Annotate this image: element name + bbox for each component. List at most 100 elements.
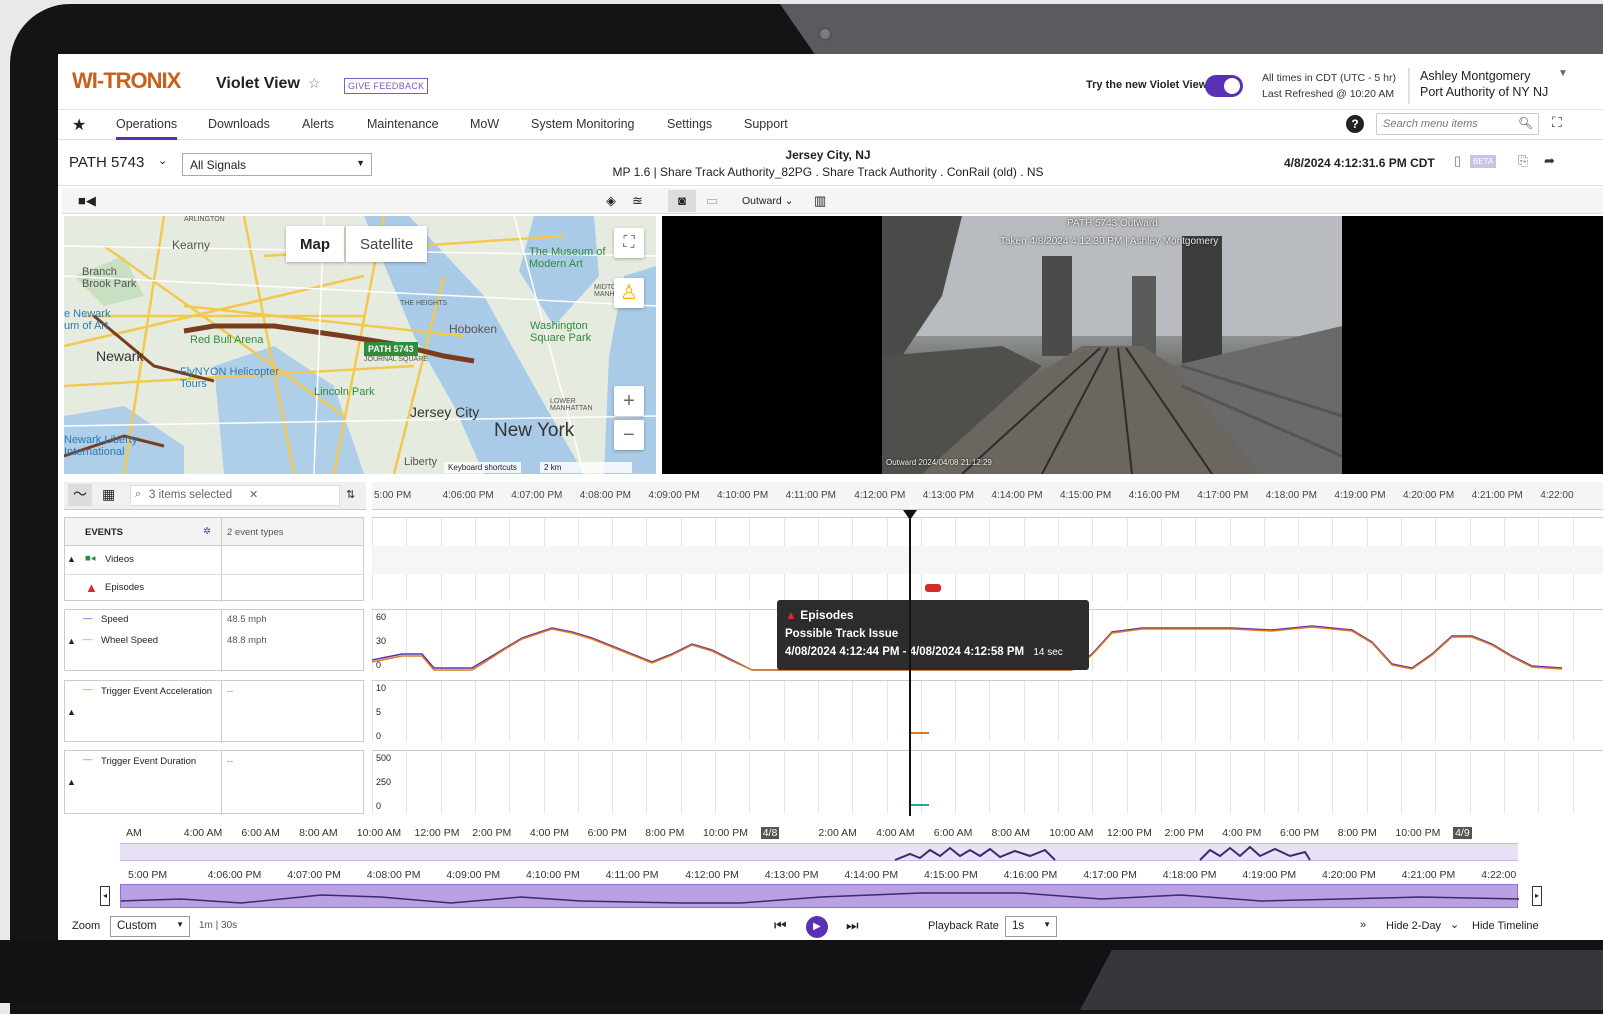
tooltip-range: 4/08/2024 4:12:44 PM - 4/08/2024 4:12:58…	[785, 646, 1025, 658]
signals-dropdown[interactable]: All Signals ▼	[182, 153, 372, 176]
range-overview[interactable]	[120, 884, 1519, 908]
zoom-in-button[interactable]: +	[614, 386, 644, 416]
map-label-museum-art: e Newark um of Art	[64, 308, 111, 332]
satellite-tab[interactable]: Satellite	[346, 226, 428, 262]
collapse-triangle-icon[interactable]: ▲	[67, 777, 76, 787]
layers-icon[interactable]: ◈	[606, 193, 616, 209]
playback-rate-dropdown[interactable]: 1s ▼	[1005, 916, 1057, 937]
grid-line	[646, 681, 648, 742]
row-divider	[65, 574, 363, 575]
play-button[interactable]: ▶	[806, 916, 828, 938]
user-org: Port Authority of NY NJ	[1420, 85, 1549, 99]
hide-2day-button[interactable]: Hide 2-Day	[1386, 920, 1441, 932]
zoomed-tick-label: 4:13:00 PM	[764, 869, 819, 881]
axis-tick-label: 4:14:00 PM	[991, 490, 1043, 501]
episode-marker[interactable]	[925, 584, 941, 592]
copy-icon[interactable]: ⎘	[1518, 153, 1528, 169]
collapse-triangle-icon[interactable]: ▲	[67, 707, 76, 717]
vehicle-selector[interactable]: PATH 5743	[69, 154, 144, 171]
zoom-out-button[interactable]: −	[614, 420, 644, 450]
pegman-icon[interactable]: ♙	[614, 278, 644, 308]
nav-system-monitoring[interactable]: System Monitoring	[531, 117, 635, 131]
skip-forward-icon[interactable]: ⏭	[846, 917, 859, 934]
map-label-kearny: Kearny	[172, 238, 211, 252]
map-panel[interactable]: Kearny ARLINGTON Branch Brook Park e New…	[64, 216, 656, 474]
videos-label: Videos	[105, 554, 134, 565]
give-feedback-button[interactable]: GIVE FEEDBACK	[344, 78, 429, 94]
item-filter[interactable]: ⌕ 3 items selected ✕	[130, 485, 340, 506]
axis-tick-label: 4:06:00 PM	[442, 490, 494, 501]
wi-tronix-logo[interactable]: WI-TRONIX	[72, 68, 181, 94]
video-camera-icon[interactable]: ■◀	[78, 193, 96, 209]
chevron-down-icon[interactable]: ⌄	[1450, 918, 1459, 931]
zoom-dropdown[interactable]: Custom ▼	[110, 916, 190, 937]
table-view-icon[interactable]: ▦	[102, 486, 115, 503]
collapse-triangle-icon[interactable]: ▲	[67, 636, 76, 646]
overview-tick-label: 4/9	[1453, 827, 1472, 839]
share-icon[interactable]: ➦	[1544, 153, 1555, 169]
clear-icon[interactable]: ✕	[249, 488, 258, 501]
nav-mow[interactable]: MoW	[470, 117, 499, 131]
fullscreen-icon[interactable]: ⛶	[1552, 114, 1562, 131]
zoomed-tick-label: 4:17:00 PM	[1083, 869, 1137, 881]
new-view-toggle[interactable]	[1205, 75, 1243, 97]
map-fullscreen-icon[interactable]: ⛶	[614, 228, 644, 258]
video-icon[interactable]: ▭	[706, 193, 718, 209]
search-icon[interactable]: 🔍︎	[1518, 116, 1533, 130]
overview-axis: AM 4:00 AM 6:00 AM 8:00 AM 10:00 AM 12:00 PM 2…	[118, 827, 1538, 841]
two-day-overview[interactable]	[120, 843, 1518, 861]
grid-line	[1538, 681, 1540, 742]
track-scene	[882, 216, 1342, 474]
collapse-triangle-icon[interactable]: ▲	[67, 554, 76, 564]
direction-dropdown[interactable]: Outward ⌄	[742, 195, 793, 207]
zoomed-tick-label: 4:10:00 PM	[526, 869, 580, 881]
user-menu[interactable]: Ashley Montgomery Port Authority of NY NJ	[1420, 68, 1548, 100]
video-panel[interactable]: PATH 5743 Outward Taken 4/8/2024 4:12:30…	[662, 216, 1603, 474]
map-label-journal: JOURNAL SQUARE	[364, 356, 428, 363]
zoomed-tick-label: 4:15:00 PM	[924, 869, 978, 881]
map-tab[interactable]: Map	[286, 226, 344, 262]
menu-search-input[interactable]: Search menu items	[1376, 113, 1539, 135]
grid-line	[749, 751, 751, 814]
nav-maintenance[interactable]: Maintenance	[367, 117, 439, 131]
camera-icon[interactable]: ◙	[668, 190, 696, 212]
video-overlay-title: PATH 5743 Outward	[1067, 218, 1158, 229]
gear-icon[interactable]: ✲	[203, 526, 211, 537]
accel-mark	[911, 732, 929, 734]
events-track[interactable]	[372, 517, 1603, 601]
playhead[interactable]	[909, 514, 911, 816]
grid-line	[680, 681, 682, 742]
device-icon[interactable]: ▯	[1454, 153, 1461, 169]
location-detail: MP 1.6 | Share Track Authority_82PG . Sh…	[612, 165, 1044, 179]
skip-back-icon[interactable]: ⏮	[774, 917, 787, 934]
hide-timeline-button[interactable]: Hide Timeline	[1472, 920, 1539, 932]
axis-tick-label: 4:09:00 PM	[648, 490, 700, 501]
user-caret-icon[interactable]: ▼	[1558, 68, 1568, 79]
collapse-icon[interactable]: ⇅	[346, 488, 355, 501]
range-right-handle[interactable]: ▸	[1532, 886, 1542, 906]
zoomed-tick-label: 4:16:00 PM	[1003, 869, 1058, 881]
grid-line	[1160, 751, 1162, 814]
overview-tick-label: 4/8	[760, 827, 780, 839]
nav-alerts[interactable]: Alerts	[302, 117, 334, 131]
grid-line	[612, 751, 614, 814]
nav-operations[interactable]: Operations	[116, 117, 178, 140]
favorites-star-icon[interactable]: ★	[72, 115, 86, 135]
vehicle-map-marker[interactable]: PATH 5743	[364, 342, 418, 356]
filter-icon[interactable]: ≊	[632, 193, 643, 209]
chart-view-icon[interactable]: 〜	[68, 484, 92, 506]
nav-settings[interactable]: Settings	[667, 117, 712, 131]
timeline-footer: Zoom Custom ▼ 1m | 30s ⏮ ▶ ⏭ Playback Rat…	[58, 914, 1603, 940]
nav-downloads[interactable]: Downloads	[208, 117, 270, 131]
keyboard-shortcuts-link[interactable]: Keyboard shortcuts	[444, 462, 521, 473]
nav-support[interactable]: Support	[744, 117, 788, 131]
acceleration-chart[interactable]: 10 5 0 ⊕	[372, 680, 1603, 742]
map-icon[interactable]: ▥	[814, 193, 826, 209]
column-divider	[221, 681, 222, 743]
chevron-down-icon[interactable]: ⌄	[158, 154, 167, 167]
speed-value: 48.5 mph	[227, 614, 267, 625]
range-left-handle[interactable]: ◂	[100, 886, 110, 906]
favorite-star-icon[interactable]: ☆	[308, 75, 321, 92]
help-icon[interactable]: ?	[1346, 115, 1364, 133]
duration-chart[interactable]: 500 250 0 ⊕	[372, 750, 1603, 814]
